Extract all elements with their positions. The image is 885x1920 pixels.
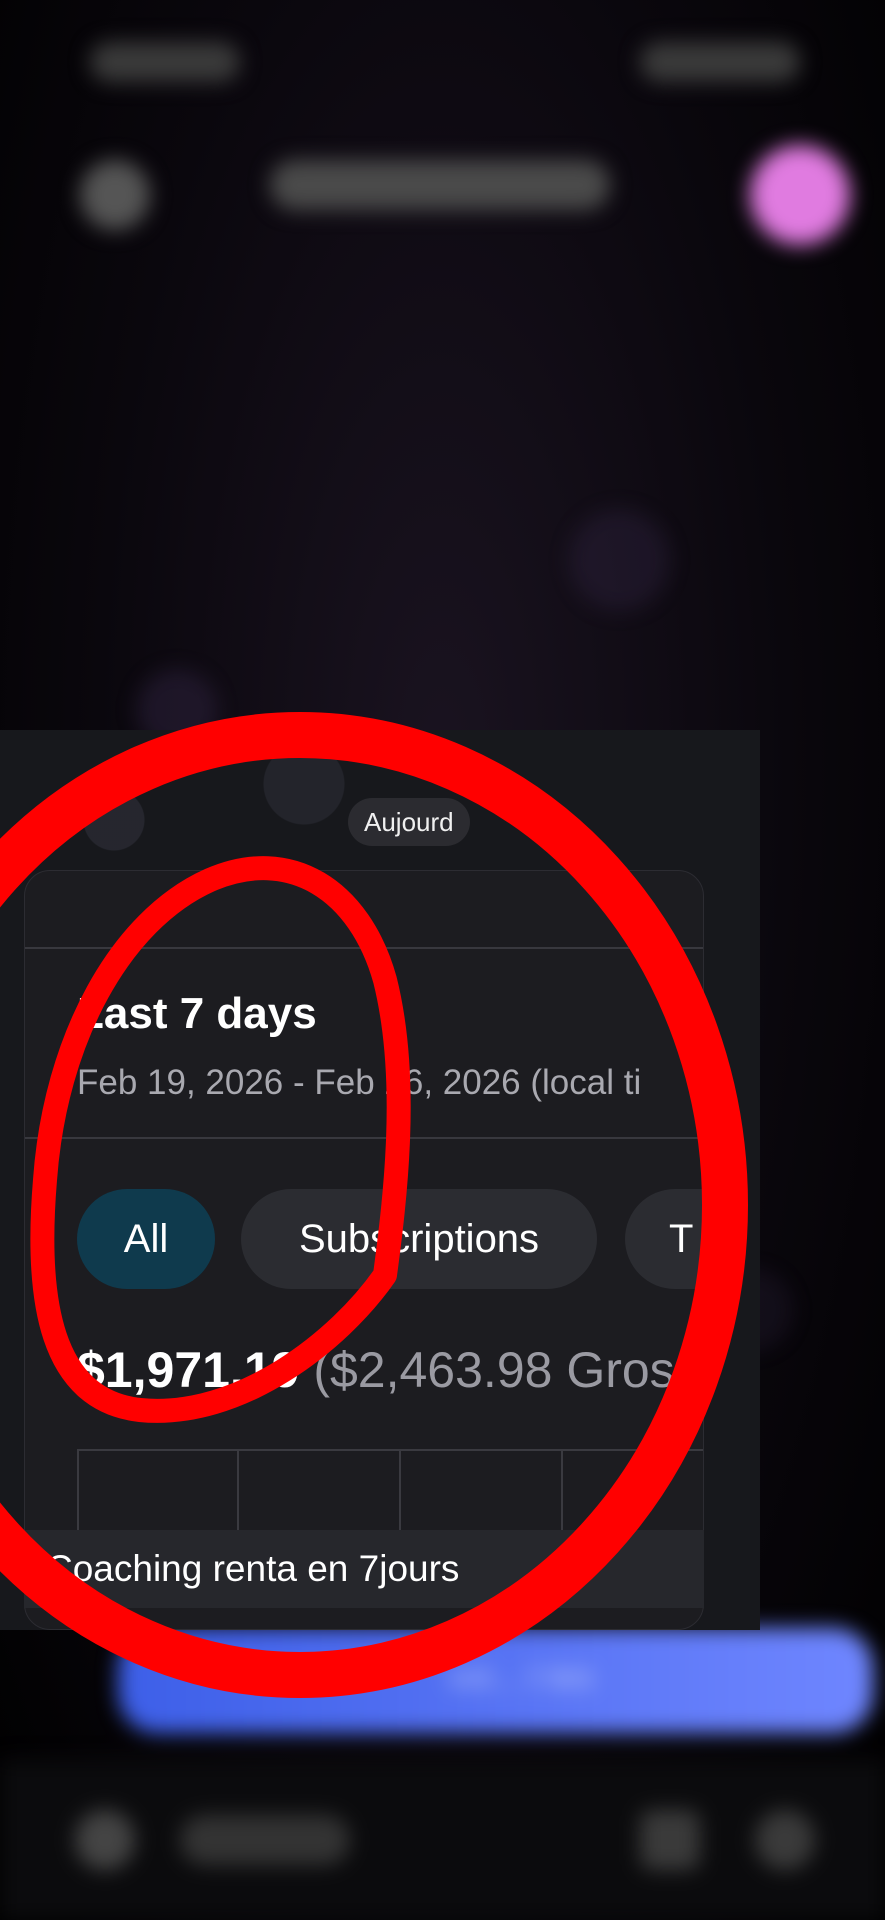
profile-avatar[interactable] <box>750 145 850 245</box>
status-bar-icons <box>640 42 800 82</box>
message-input-bar <box>0 1760 885 1920</box>
filter-chip-subscriptions[interactable]: Subscriptions <box>241 1189 597 1289</box>
message-caption-text: Coaching renta en 7jours <box>46 1548 460 1589</box>
divider <box>25 947 703 949</box>
message-caption: Coaching renta en 7jours <box>24 1530 704 1608</box>
date-banner: Aujourd <box>348 798 470 846</box>
zoomed-message: Aujourd Last 7 days Feb 19, 2026 - Feb 2… <box>0 730 760 1630</box>
filter-chip-t[interactable]: T <box>625 1189 703 1289</box>
emoji-icon[interactable] <box>640 1810 700 1870</box>
divider <box>25 1137 703 1139</box>
earnings-card[interactable]: Last 7 days Feb 19, 2026 - Feb 26, 2026 … <box>24 870 704 1630</box>
primary-action-label: voi... t tes <box>448 1658 594 1696</box>
message-input[interactable] <box>180 1815 350 1865</box>
period-date-range: Feb 19, 2026 - Feb 26, 2026 (local ti <box>77 1063 642 1102</box>
gross-amount: ($2,463.98 Gros <box>313 1342 675 1398</box>
chat-title[interactable] <box>270 160 610 210</box>
primary-action-button[interactable]: voi... t tes <box>118 1628 873 1733</box>
mic-icon[interactable] <box>755 1810 815 1870</box>
back-arrow-icon[interactable] <box>80 160 150 230</box>
period-title: Last 7 days <box>77 989 317 1038</box>
net-amount: $1,971.19 <box>77 1342 300 1398</box>
status-bar-time <box>90 42 240 82</box>
attachment-icon[interactable] <box>75 1810 135 1870</box>
filter-chip-all[interactable]: All <box>77 1189 215 1289</box>
earnings-amount: $1,971.19 ($2,463.98 Gros <box>77 1341 675 1399</box>
